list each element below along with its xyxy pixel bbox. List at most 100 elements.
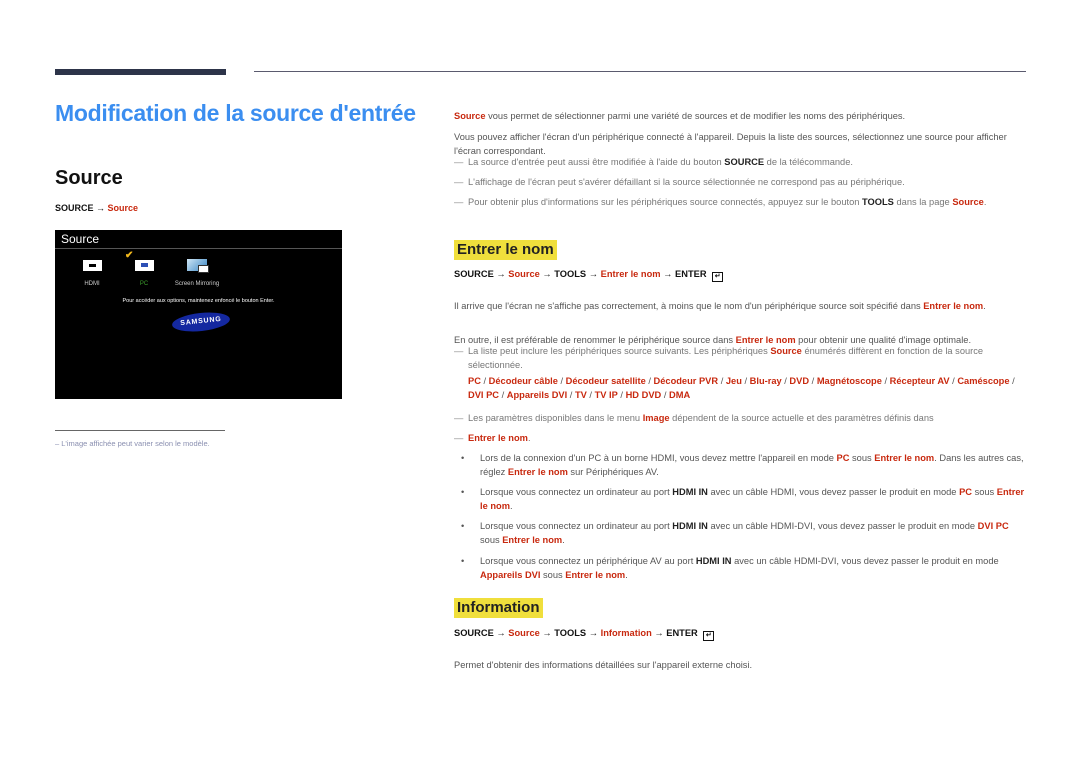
device-type: PC [468, 376, 481, 386]
path-step: SOURCE [55, 203, 94, 213]
device-separator: / [586, 390, 595, 400]
footnote-text: L'image affichée peut varier selon le mo… [61, 439, 210, 448]
key-hdmi-in: HDMI IN [672, 521, 708, 531]
bullet-text: Lorsque vous connectez un périphérique A… [480, 556, 696, 566]
device-type: DVD [789, 376, 810, 386]
footnote-rule [55, 430, 225, 431]
entrer-le-nom-paragraph-1: Il arrive que l'écran ne s'affiche pas c… [454, 299, 1030, 313]
note-text: La source d'entrée peut aussi être modif… [468, 157, 725, 167]
note-text: . [527, 433, 531, 443]
bullet-text: sous [971, 487, 997, 497]
path-arrow: → [663, 269, 673, 279]
device-separator: / [741, 376, 750, 386]
intro-paragraph: Source vous permet de sélectionner parmi… [454, 109, 1030, 123]
device-separator: / [480, 376, 489, 386]
device-separator: / [499, 390, 507, 400]
bullet-text: . [625, 570, 628, 580]
path-step: ENTER [675, 269, 707, 279]
term-source: Source [770, 346, 802, 356]
term: Entrer le nom [565, 570, 626, 580]
term: DVI PC [977, 521, 1009, 531]
term: Entrer le nom [502, 535, 563, 545]
device-list: PC / Décodeur câble / Décodeur satellite… [468, 374, 1030, 402]
device-type: Blu-ray [749, 376, 782, 386]
note-dash: — [454, 346, 464, 356]
device-type: Jeu [725, 376, 742, 386]
note-text: dépendent de la source actuelle et des p… [669, 413, 934, 423]
key-hdmi-in: HDMI IN [695, 556, 732, 566]
note-text: . [983, 197, 987, 207]
path-step: Information [600, 628, 652, 638]
note-text: dans la page [893, 197, 953, 207]
device-type: TV [574, 390, 587, 400]
device-type: Caméscope [957, 376, 1010, 386]
term-entrer-le-nom: Entrer le nom [923, 301, 984, 312]
note-text: Pour obtenir plus d'informations sur les… [468, 197, 863, 207]
body-text: . [983, 301, 986, 312]
source-item-screen-mirroring[interactable]: Screen Mirroring [157, 258, 237, 287]
path-step: TOOLS [554, 628, 587, 638]
device-type: DMA [668, 390, 691, 400]
device-type: Décodeur PVR [653, 376, 719, 386]
bullet-dot: • [461, 556, 465, 566]
path-step: SOURCE [454, 628, 494, 638]
term: PC [836, 453, 850, 463]
note-tools-button: — Pour obtenir plus d'informations sur l… [454, 195, 1030, 209]
key-hdmi-in: HDMI IN [672, 487, 708, 497]
path-step: ENTER [666, 628, 698, 638]
path-step: Entrer le nom [600, 269, 661, 279]
term: Entrer le nom [507, 467, 568, 477]
device-separator: / [645, 376, 654, 386]
pc-icon [134, 260, 154, 271]
bullet-dot: • [461, 521, 465, 531]
tv-screen-divider [55, 248, 342, 249]
bullet-item: • Lorsque vous connectez un ordinateur a… [454, 485, 1030, 513]
menu-path-source: SOURCE → Source [55, 203, 138, 213]
path-step-source: Source [107, 203, 139, 213]
device-separator: / [557, 376, 566, 386]
note-device-list: — La liste peut inclure les périphérique… [454, 344, 1030, 402]
term: PC [959, 487, 972, 497]
bullet-text: Lorsque vous connectez un ordinateur au … [480, 521, 673, 531]
section-title-entrer-le-nom: Entrer le nom [454, 240, 557, 260]
header-rule [254, 71, 1026, 72]
enter-icon: ↵ [712, 272, 724, 282]
bullet-text: sous [480, 535, 503, 545]
footnote: – L'image affichée peut varier selon le … [55, 439, 210, 448]
bullet-item: • Lorsque vous connectez un ordinateur a… [454, 519, 1030, 547]
page-title: Modification de la source d'entrée [55, 100, 416, 126]
hdmi-icon [82, 260, 102, 271]
path-step: SOURCE [454, 269, 494, 279]
intro-text: vous permet de sélectionner parmi une va… [485, 111, 906, 122]
note-text: L'affichage de l'écran peut s'avérer déf… [468, 177, 905, 187]
note-text: La liste peut inclure les périphériques … [468, 346, 771, 356]
path-step: TOOLS [554, 269, 587, 279]
bullet-text: . [509, 501, 513, 511]
path-arrow: → [496, 269, 506, 279]
device-type: Magnétoscope [816, 376, 882, 386]
path-arrow: → [496, 628, 506, 638]
bullet-text: . [562, 535, 565, 545]
bullet-dot: • [461, 453, 465, 463]
term-source: Source [454, 111, 486, 122]
body-text: Il arrive que l'écran ne s'affiche pas c… [454, 301, 924, 312]
note-text: Les paramètres disponibles dans le menu [468, 413, 643, 423]
bullet-dot: • [461, 487, 465, 497]
section-title-source: Source [55, 167, 123, 189]
note-display-failure: — L'affichage de l'écran peut s'avérer d… [454, 175, 1030, 189]
bullet-text: Lors de la connexion d'un PC à un borne … [480, 453, 837, 463]
device-separator: / [661, 390, 669, 400]
path-arrow: → [588, 628, 599, 638]
path-arrow: → [654, 628, 664, 638]
note-dash: — [454, 157, 464, 167]
information-paragraph: Permet d'obtenir des informations détail… [454, 660, 753, 671]
source-item-label: Screen Mirroring [174, 281, 220, 287]
tv-screen-header: Source [61, 232, 100, 246]
section-title-information: Information [454, 598, 543, 618]
menu-path-information: SOURCE → Source → TOOLS → Information → … [454, 628, 715, 641]
screen-mirroring-icon [187, 259, 209, 273]
device-separator: / [809, 376, 817, 386]
device-type: Décodeur satellite [565, 376, 646, 386]
footnote-dash: – [55, 439, 60, 448]
device-separator: / [1009, 376, 1015, 386]
